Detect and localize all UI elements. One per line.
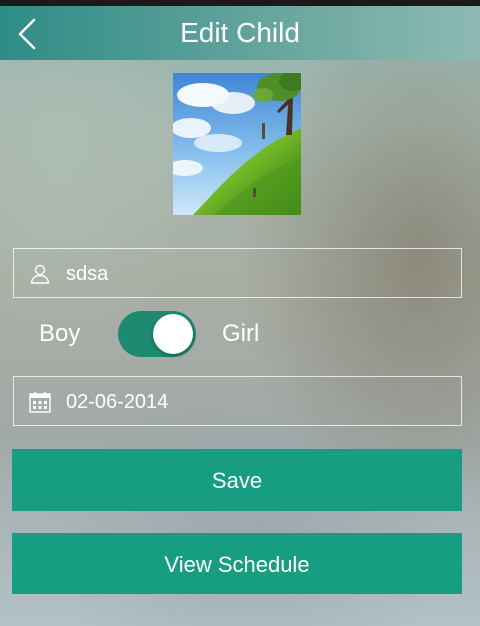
view-schedule-button[interactable]: View Schedule: [12, 533, 462, 594]
toggle-knob: [153, 314, 193, 354]
gender-toggle[interactable]: [118, 311, 196, 357]
user-icon: [28, 262, 52, 286]
birthdate-field[interactable]: 02-06-2014: [13, 376, 462, 426]
boy-label: Boy: [39, 320, 81, 347]
calendar-icon: [28, 390, 52, 414]
girl-label: Girl: [222, 320, 260, 347]
name-value: sdsa: [66, 263, 109, 285]
save-button[interactable]: Save: [12, 449, 462, 511]
child-photo[interactable]: [173, 73, 301, 215]
page-title: Edit Child: [180, 17, 300, 48]
gender-selector: Boy Girl: [0, 308, 480, 360]
nav-bar: Edit Child: [0, 6, 480, 60]
name-field[interactable]: sdsa: [13, 248, 462, 298]
birthdate-value: 02-06-2014: [66, 391, 169, 413]
